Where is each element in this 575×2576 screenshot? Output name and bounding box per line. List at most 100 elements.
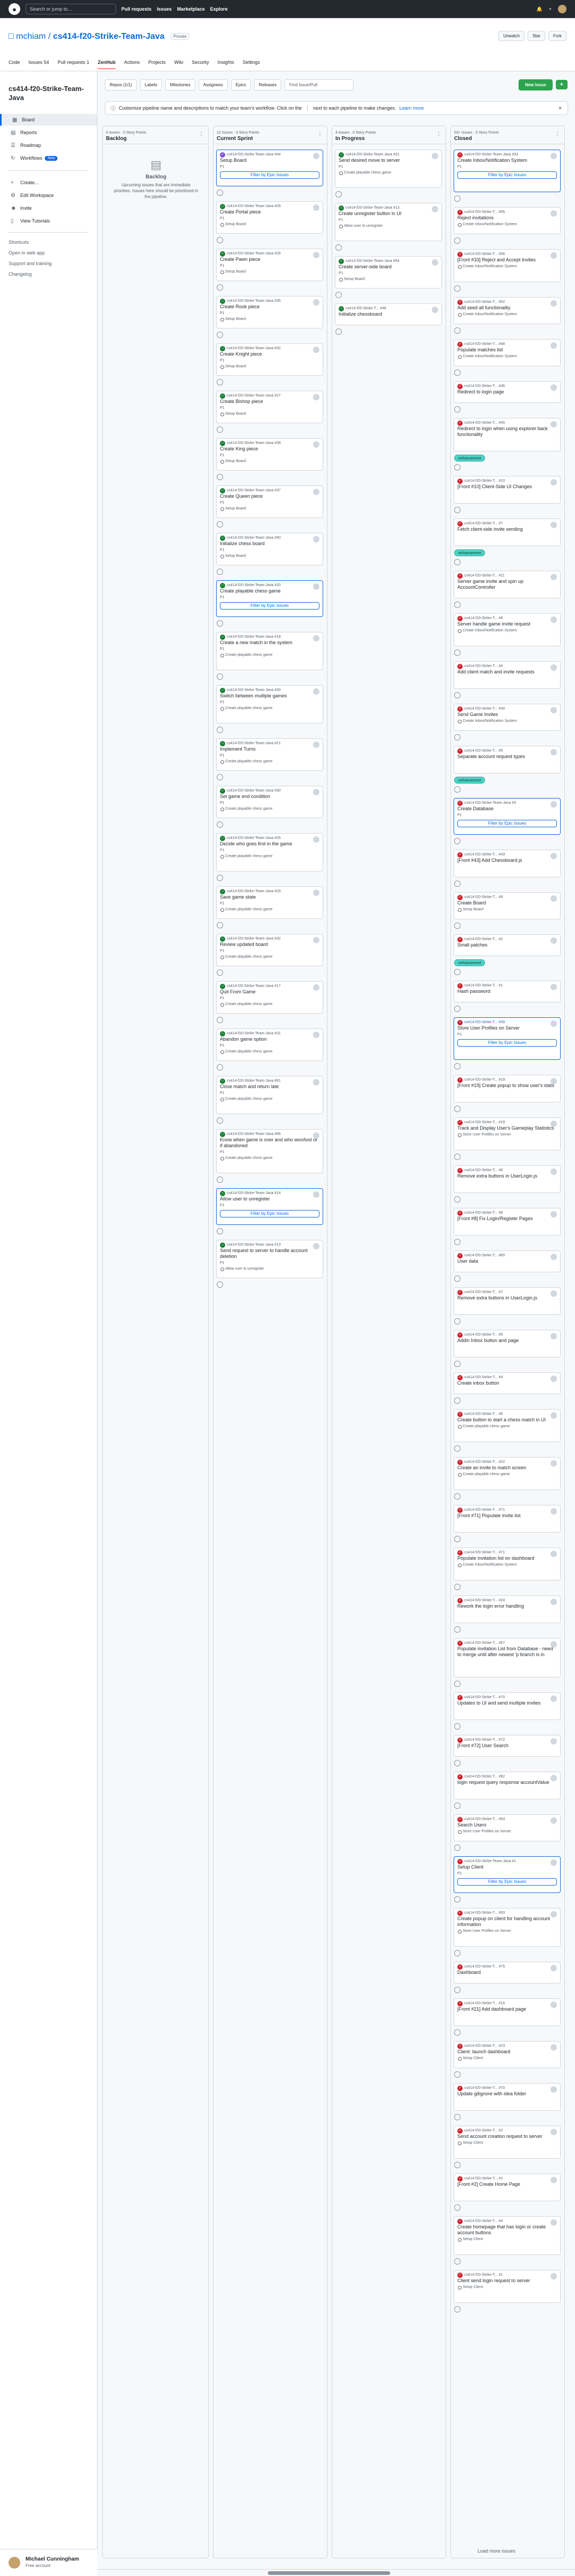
parent-epic[interactable]: Setup Board (220, 554, 319, 558)
parent-epic[interactable]: Setup Board (220, 411, 319, 416)
link-shortcuts[interactable]: Shortcuts (9, 240, 29, 245)
milestones-filter[interactable]: Milestones (165, 79, 195, 90)
issue-card[interactable]: ✓ cs414-f20-Strike-T... #7 Fetch client-si… (454, 519, 561, 546)
issue-title[interactable]: Close match and return late (220, 1084, 319, 1090)
issue-card[interactable]: ✓ cs414-f20-Strike-T... #67 Populate invit… (454, 1638, 561, 1677)
issue-card[interactable]: ○ cs414-f20-Strike-Team-Java #32 Create Kn… (216, 343, 323, 376)
learn-more-link[interactable]: Learn more (399, 105, 424, 111)
issue-title[interactable]: Create button to start a chess match in … (457, 1417, 557, 1423)
issue-card[interactable]: ○ cs414-f20-Strike-Team-Java #31 Send desi… (335, 150, 442, 188)
issue-title[interactable]: Setup Board (220, 158, 319, 163)
issue-card[interactable]: ✓ cs414-f20-Strike-T... #43 [Front #43] Ad… (454, 850, 561, 877)
issue-title[interactable]: Hash password (457, 989, 557, 994)
parent-epic[interactable]: Store User Profiles on Server (457, 1132, 557, 1137)
filter-epic-button[interactable]: Filter by Epic Issues (457, 820, 557, 827)
parent-epic[interactable]: Setup Client (457, 2056, 557, 2061)
issue-title[interactable]: [Front #8] Fix Login/Register Pages (457, 1216, 557, 1222)
issue-card[interactable]: ✓ cs414-f20-Strike-T... #71 Populate invit… (454, 1548, 561, 1581)
issue-title[interactable]: Create Rook piece (220, 304, 319, 310)
filter-epic-button[interactable]: Filter by Epic Issues (457, 1039, 557, 1047)
issue-title[interactable]: Initialize chess board (220, 541, 319, 547)
issue-title[interactable]: Abandon game option (220, 1036, 319, 1042)
issue-card[interactable]: ○ cs414-f20-Strike-Team-Java #13 Create un… (335, 203, 442, 241)
repos-filter[interactable]: Repos (1/1) (105, 79, 137, 90)
parent-epic[interactable]: Create playable chess game (220, 954, 319, 959)
issue-card[interactable]: ✓ cs414-f20-Strike-T... #2 [Front #2] Crea… (454, 2174, 561, 2201)
parent-epic[interactable]: Create playable chess game (220, 1097, 319, 1101)
issue-title[interactable]: Review updated board (220, 942, 319, 948)
link-open-web-app[interactable]: Open in web app (9, 250, 45, 256)
filter-epic-button[interactable]: Filter by Epic Issues (457, 1878, 557, 1886)
watch-button[interactable]: Unwatch (498, 31, 525, 41)
parent-epic[interactable]: Create playable chess game (457, 1472, 557, 1477)
issue-card[interactable]: ✓ cs414-f20-Strike-T... #9 Create Board Set… (454, 892, 561, 919)
issue-title[interactable]: Remove extra buttons in UserLogin.js (457, 1173, 557, 1179)
issue-card[interactable]: ✓ cs414-f20-Strike-T... #62 login request … (454, 1772, 561, 1799)
github-logo-icon[interactable]: ● (9, 3, 20, 15)
sidebar-view-tutorials[interactable]: ▯ View Tutorials (0, 215, 97, 227)
issue-card[interactable]: ✓ cs414-f20-Strike-T... #4 Add client matc… (454, 661, 561, 689)
tab-insights[interactable]: Insights (218, 60, 234, 69)
issue-title[interactable]: Server game invite and spin up AccountCo… (457, 579, 557, 590)
issue-card[interactable]: ○ cs414-f20-Strike-Team-Java #18 Create a … (216, 632, 323, 670)
issue-title[interactable]: [Front #10] Client-Side UI Changes (457, 484, 557, 490)
issue-title[interactable]: Create King piece (220, 446, 319, 452)
nav-explore[interactable]: Explore (210, 6, 228, 12)
issue-card[interactable]: ○ cs414-f20-Strike-Team-Java #54 Create se… (335, 256, 442, 289)
bell-icon[interactable]: 🔔 (537, 6, 543, 12)
issue-title[interactable]: Create Knight piece (220, 351, 319, 357)
kebab-icon[interactable]: ⋮ (555, 131, 560, 137)
issue-card[interactable]: ✓ cs414-f20-Strike-T... #45 Redirect to lo… (454, 418, 561, 451)
issue-card[interactable]: ✓ cs414-f20-Strike-T... #46 Redirect to lo… (454, 381, 561, 403)
issue-title[interactable]: Populate matches list (457, 347, 557, 353)
issue-card[interactable]: ✓ cs414-f20-Strike-T... #1 Client send log… (454, 2270, 561, 2303)
sidebar-item-roadmap[interactable]: ☰ Roadmap (0, 139, 97, 151)
filter-epic-button[interactable]: Filter by Epic Issues (220, 602, 319, 610)
kebab-icon[interactable]: ⋮ (199, 131, 204, 137)
issue-title[interactable]: Setup Client (457, 1864, 557, 1870)
parent-epic[interactable]: Create Inbox/Notification System (457, 719, 557, 723)
issue-card[interactable]: ○ cs414-f20-Strike-Team-Java #29 Save game… (216, 886, 323, 919)
issue-card[interactable]: ✓ cs414-f20-Strike-T... #71 [Front #71] Po… (454, 1505, 561, 1533)
issue-card[interactable]: ○ cs414-f20-Strike-Team-Java #66 Know when… (216, 1129, 323, 1173)
tab-wiki[interactable]: Wiki (174, 60, 183, 69)
issue-title[interactable]: Create Board (457, 900, 557, 906)
issue-card[interactable]: ○ cs414-f20-Strike-Team-Java #28 Create Po… (216, 201, 323, 234)
issue-card[interactable]: ○ cs414-f20-Strike-Team-Java #27 Create Bi… (216, 391, 323, 423)
load-more-link[interactable]: Load more issues (478, 2548, 515, 2554)
issue-title[interactable]: Populate invitation List from Database -… (457, 1646, 557, 1658)
new-issue-button[interactable]: New Issue (519, 79, 553, 90)
issue-card[interactable]: ✓ cs414-f20-Strike-T... #56 [Front #33] Re… (454, 249, 561, 282)
parent-epic[interactable]: Create Inbox/Notification System (457, 312, 557, 317)
issue-card[interactable]: ✓ cs414-f20-Strike-T... #23 Client: launch… (454, 2041, 561, 2068)
assignees-filter[interactable]: Assignees (198, 79, 228, 90)
tab-issues[interactable]: Issues 54 (29, 60, 50, 69)
filter-epic-button[interactable]: Filter by Epic Issues (220, 171, 319, 179)
parent-epic[interactable]: Create playable chess game (220, 759, 319, 764)
issue-card[interactable]: ○ cs414-f20-Strike-Team-Java #14 Allow use… (216, 1188, 323, 1225)
issue-title[interactable]: Fetch client-side invite sending (457, 526, 557, 532)
parent-epic[interactable]: Setup Client (457, 2285, 557, 2290)
issue-title[interactable]: Updates to UI and send multiple invites (457, 1700, 557, 1706)
kebab-icon[interactable]: ⋮ (436, 131, 441, 137)
label-chip[interactable]: enhancement (454, 455, 486, 462)
tab-actions[interactable]: Actions (124, 60, 140, 69)
parent-epic[interactable]: Setup Board (457, 907, 557, 912)
issue-title[interactable]: Create playable chess game (220, 588, 319, 594)
issue-title[interactable]: Quit From Game (220, 989, 319, 995)
issue-title[interactable]: Server handle game invite request (457, 621, 557, 627)
pipeline-header[interactable]: 53+ Issues · 0 Story Points Closed ⋮ (451, 126, 564, 144)
fork-button[interactable]: Fork (548, 31, 566, 41)
issue-card[interactable]: ✓ cs414-f20-Strike-Team-Java #44 Setup Boa… (216, 150, 323, 186)
sidebar-invite[interactable]: ☻ Invite (0, 202, 97, 214)
issue-card[interactable]: ✓ cs414-f20-Strike-T... #6 Create button t… (454, 1409, 561, 1442)
tab-pull-requests[interactable]: Pull requests 1 (58, 60, 89, 69)
issue-card[interactable]: ○ cs414-f20-Strike-Team-Java #35 Create Ro… (216, 296, 323, 328)
issue-card[interactable]: ✓ cs414-f20-Strike-T... #22 Create an invi… (454, 1457, 561, 1490)
issue-title[interactable]: Create inbox button (457, 1380, 557, 1386)
repo-owner-link[interactable]: mchiam (16, 32, 46, 41)
issue-card[interactable]: ✓ cs414-f20-Strike-T... #10 [Front #10] Cl… (454, 476, 561, 504)
filter-epic-button[interactable]: Filter by Epic Issues (457, 171, 557, 179)
labels-filter[interactable]: Labels (139, 79, 162, 90)
issue-title[interactable]: Create Portal piece (220, 209, 319, 215)
